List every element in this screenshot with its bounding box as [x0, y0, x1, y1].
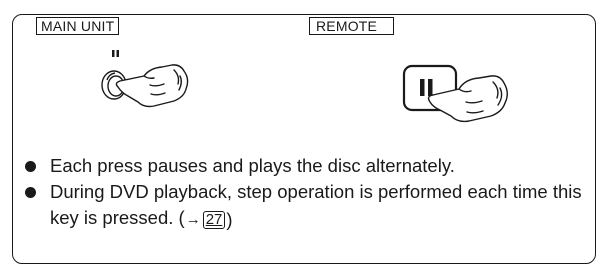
ref-close: )	[226, 209, 233, 230]
main-unit-label: MAIN UNIT	[36, 17, 120, 35]
bullet-text: Each press pauses and plays the disc alt…	[50, 155, 455, 176]
instruction-list: Each press pauses and plays the disc alt…	[24, 153, 594, 233]
list-item: During DVD playback, step operation is p…	[24, 179, 594, 233]
page-reference: → 27)	[185, 207, 233, 233]
hand-icon	[115, 64, 189, 108]
main-unit-pause-illustration	[101, 50, 189, 108]
page-number-badge: 27	[202, 211, 226, 229]
remote-label: REMOTE	[309, 17, 395, 35]
list-item: Each press pauses and plays the disc alt…	[24, 153, 594, 179]
remote-pause-illustration	[402, 64, 508, 123]
pause-mark-icon	[112, 50, 119, 57]
arrow-icon: →	[185, 211, 201, 228]
bullet-text: During DVD playback, step operation is p…	[50, 181, 582, 228]
bullet-icon	[25, 161, 36, 172]
bullet-icon	[25, 187, 36, 198]
